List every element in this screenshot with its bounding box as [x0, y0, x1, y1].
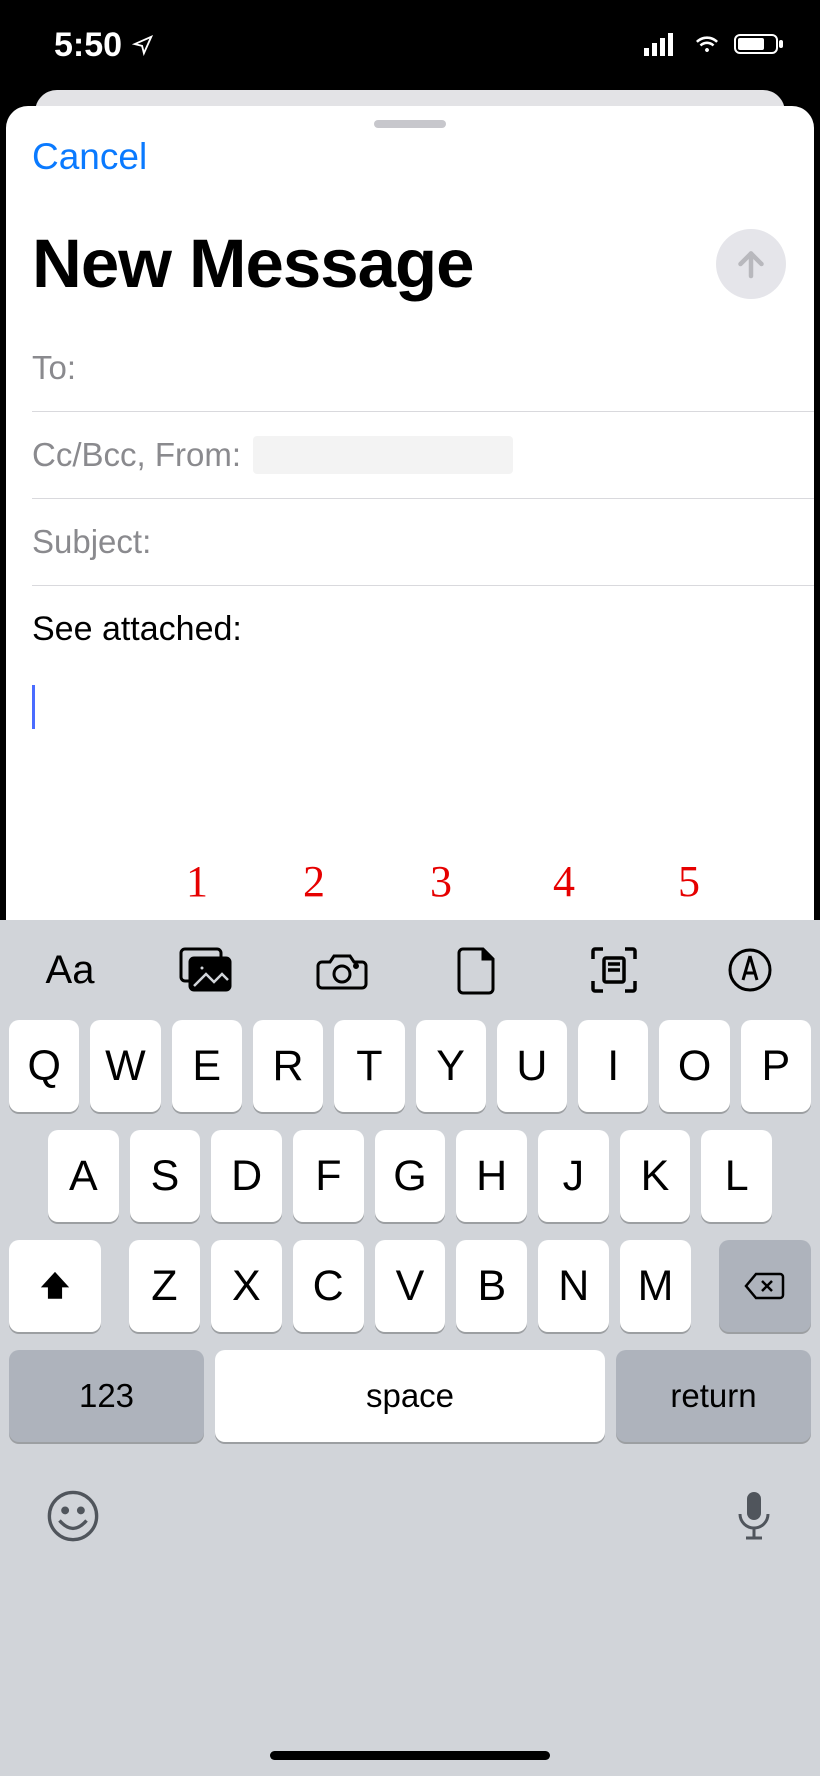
key-z[interactable]: Z — [129, 1240, 200, 1332]
key-f[interactable]: F — [293, 1130, 364, 1222]
annotation-1: 1 — [186, 856, 208, 907]
key-q[interactable]: Q — [9, 1020, 79, 1112]
cancel-button[interactable]: Cancel — [6, 128, 814, 178]
key-t[interactable]: T — [334, 1020, 404, 1112]
key-n[interactable]: N — [538, 1240, 609, 1332]
sheet-grabber[interactable] — [374, 120, 446, 128]
photo-library-icon — [178, 946, 234, 994]
key-return[interactable]: return — [616, 1350, 811, 1442]
key-j[interactable]: J — [538, 1130, 609, 1222]
key-e[interactable]: E — [172, 1020, 242, 1112]
markup-button[interactable] — [720, 940, 780, 1000]
key-o[interactable]: O — [659, 1020, 729, 1112]
text-cursor — [32, 685, 35, 729]
attach-file-icon — [457, 945, 499, 995]
emoji-button[interactable] — [46, 1489, 100, 1548]
scan-document-button[interactable] — [584, 940, 644, 1000]
subject-field[interactable]: Subject: — [32, 499, 814, 586]
key-d[interactable]: D — [211, 1130, 282, 1222]
shift-icon — [38, 1269, 72, 1303]
key-r[interactable]: R — [253, 1020, 323, 1112]
key-backspace[interactable] — [719, 1240, 811, 1332]
ccbcc-field[interactable]: Cc/Bcc, From: — [32, 412, 814, 499]
annotation-5: 5 — [678, 856, 700, 907]
arrow-up-icon — [733, 246, 769, 282]
key-m[interactable]: M — [620, 1240, 691, 1332]
keyboard: Aa Q W E R T Y U I — [0, 920, 820, 1776]
key-a[interactable]: A — [48, 1130, 119, 1222]
keyboard-row-2: A S D F G H J K L — [0, 1130, 820, 1222]
emoji-icon — [46, 1489, 100, 1543]
microphone-icon — [734, 1488, 774, 1544]
annotation-4: 4 — [553, 856, 575, 907]
key-v[interactable]: V — [375, 1240, 446, 1332]
home-indicator[interactable] — [270, 1751, 550, 1760]
key-b[interactable]: B — [456, 1240, 527, 1332]
camera-button[interactable] — [312, 940, 372, 1000]
format-text-button[interactable]: Aa — [40, 940, 100, 1000]
from-value-redacted — [253, 436, 513, 474]
key-g[interactable]: G — [375, 1130, 446, 1222]
key-h[interactable]: H — [456, 1130, 527, 1222]
key-shift[interactable] — [9, 1240, 101, 1332]
location-icon — [132, 26, 154, 65]
key-p[interactable]: P — [741, 1020, 811, 1112]
annotation-row: 1 2 3 4 5 — [6, 856, 814, 907]
key-y[interactable]: Y — [416, 1020, 486, 1112]
battery-icon — [734, 26, 786, 65]
key-w[interactable]: W — [90, 1020, 160, 1112]
backspace-icon — [744, 1271, 786, 1301]
key-u[interactable]: U — [497, 1020, 567, 1112]
keyboard-row-4: 123 space return — [0, 1350, 820, 1442]
markup-icon — [726, 946, 774, 994]
keyboard-toolbar: Aa — [0, 920, 820, 1020]
ccbcc-label: Cc/Bcc, From: — [32, 436, 241, 474]
key-c[interactable]: C — [293, 1240, 364, 1332]
key-space[interactable]: space — [215, 1350, 605, 1442]
photo-library-button[interactable] — [176, 940, 236, 1000]
status-bar: 5:50 — [0, 0, 820, 90]
key-numbers[interactable]: 123 — [9, 1350, 204, 1442]
message-body[interactable]: See attached: — [6, 586, 814, 762]
key-k[interactable]: K — [620, 1130, 691, 1222]
key-x[interactable]: X — [211, 1240, 282, 1332]
dictation-button[interactable] — [734, 1488, 774, 1549]
annotation-2: 2 — [303, 856, 325, 907]
subject-label: Subject: — [32, 523, 151, 561]
wifi-icon — [690, 26, 724, 65]
to-field[interactable]: To: — [32, 325, 814, 412]
status-time: 5:50 — [54, 26, 122, 65]
format-text-icon: Aa — [46, 948, 95, 993]
page-title: New Message — [32, 224, 474, 303]
screen: 5:50 Cancel New Message — [0, 0, 820, 1776]
annotation-3: 3 — [430, 856, 452, 907]
keyboard-row-1: Q W E R T Y U I O P — [0, 1020, 820, 1112]
scan-document-icon — [589, 945, 639, 995]
key-s[interactable]: S — [130, 1130, 201, 1222]
to-label: To: — [32, 349, 76, 387]
send-button[interactable] — [716, 229, 786, 299]
keyboard-row-3: Z X C V B N M — [0, 1240, 820, 1332]
camera-icon — [316, 948, 368, 992]
key-l[interactable]: L — [701, 1130, 772, 1222]
attach-file-button[interactable] — [448, 940, 508, 1000]
key-i[interactable]: I — [578, 1020, 648, 1112]
body-text: See attached: — [32, 610, 788, 649]
cellular-icon — [644, 26, 680, 65]
